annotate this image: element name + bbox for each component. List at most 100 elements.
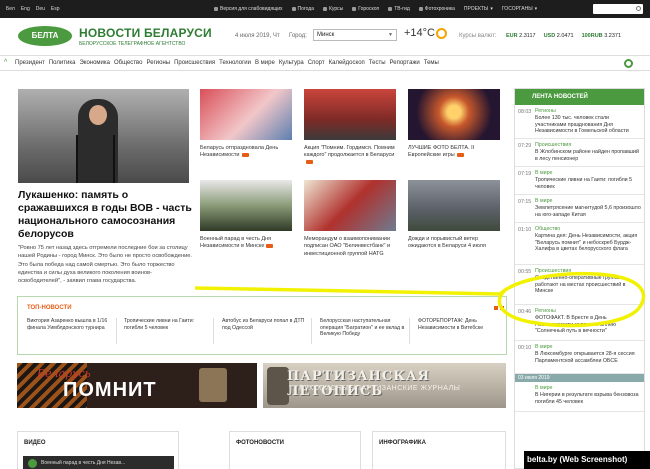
- camera-icon: [456, 152, 464, 157]
- nav-kaleidoscope[interactable]: Калейдоскоп: [329, 60, 365, 66]
- chevron-icon[interactable]: ^: [4, 59, 7, 66]
- belta-logo[interactable]: БЕЛТА: [18, 26, 72, 46]
- site-title[interactable]: НОВОСТИ БЕЛАРУСИ: [79, 26, 212, 40]
- nav-regions[interactable]: Регионы: [147, 60, 171, 66]
- top-news-item[interactable]: Автобус из Беларуси попал в ДТП под Одес…: [222, 318, 312, 344]
- top-link-tv[interactable]: ТВ-гид: [388, 6, 410, 12]
- lead-photo[interactable]: [18, 89, 189, 183]
- nav-sport[interactable]: Спорт: [308, 60, 325, 66]
- thumb-image[interactable]: [304, 89, 396, 140]
- city-label: Город:: [289, 33, 307, 39]
- nav-topics[interactable]: Темы: [424, 60, 439, 66]
- top-news-item[interactable]: Тропические ливни на Гаити: погибли 5 че…: [124, 318, 214, 344]
- nav-economy[interactable]: Экономика: [79, 60, 110, 66]
- thumb-card[interactable]: Беларусь отпраздновала День Независимост…: [200, 89, 294, 160]
- carousel-dot[interactable]: [500, 306, 504, 310]
- camera-icon: [418, 7, 423, 11]
- feed-item[interactable]: 08:03 Регионы Более 130 тыс. человек стали…: [515, 105, 644, 139]
- banner-belarus-remembers[interactable]: Беларусь ПОМНИТ: [17, 363, 257, 408]
- top-news-title[interactable]: ТОП-НОВОСТИ: [27, 305, 72, 311]
- nav-president[interactable]: Президент: [15, 60, 45, 66]
- thumb-card[interactable]: Военный парад в честь Дня Независимости …: [200, 180, 294, 251]
- lead-text: "Ровно 75 лет назад здесь отгремели посл…: [18, 245, 193, 285]
- currency-icon: [323, 7, 328, 11]
- nav-world[interactable]: В мире: [255, 60, 275, 66]
- section-video[interactable]: ВИДЕО Военный парад в честь Дня Незав...: [17, 431, 179, 469]
- top-link-horoscope[interactable]: Гороскоп: [352, 6, 379, 12]
- nav-politics[interactable]: Политика: [49, 60, 76, 66]
- feed-item[interactable]: 07:29 Происшествия В Жлобинском районе най…: [515, 139, 644, 167]
- chevron-down-icon: ▼: [388, 32, 393, 38]
- top-link-accessibility[interactable]: Версия для слабовидящих: [214, 6, 283, 12]
- search-icon[interactable]: [624, 59, 633, 68]
- temperature: +14°C: [404, 27, 436, 39]
- search-icon[interactable]: [636, 6, 641, 11]
- top-search-input[interactable]: [593, 4, 643, 14]
- lang-bel[interactable]: Бел: [6, 6, 15, 12]
- play-icon[interactable]: [28, 459, 37, 468]
- feed-date-separator: 03 июля 2019: [515, 374, 644, 382]
- top-link-rates[interactable]: Курсы: [323, 6, 343, 12]
- nav-culture[interactable]: Культура: [279, 60, 304, 66]
- thumb-image[interactable]: [408, 89, 500, 140]
- feed-item[interactable]: 07:15 В мире Землетрясение магнитудой 5,6 …: [515, 195, 644, 223]
- current-date: 4 июля 2019, Чт: [235, 33, 280, 39]
- thumb-card[interactable]: Дожди и порывистый ветер ожидаются в Бел…: [408, 180, 502, 251]
- rates-label: Курсы валют:: [459, 33, 497, 39]
- camera-icon: [266, 243, 274, 248]
- city-select[interactable]: Минск ▼: [313, 29, 397, 41]
- thumb-image[interactable]: [200, 89, 292, 140]
- feed-item[interactable]: 00:55 Происшествия Следственно-оперативные…: [515, 265, 644, 305]
- lang-deu[interactable]: Deu: [36, 6, 45, 12]
- thumb-image[interactable]: [408, 180, 500, 231]
- top-news-item[interactable]: Виктория Азаренко вышла в 1/16 финала Уи…: [27, 318, 117, 344]
- source-credit: belta.by (Web Screenshot): [524, 451, 650, 469]
- thumb-card[interactable]: Меморандум о взаимопонимании подписан ОА…: [304, 180, 398, 258]
- feed-title[interactable]: ЛЕНТА НОВОСТЕЙ: [515, 89, 644, 105]
- thumb-card[interactable]: Акция "Помним. Гордимся. Помним каждого"…: [304, 89, 398, 167]
- news-feed: ЛЕНТА НОВОСТЕЙ 08:03 Регионы Более 130 тыс…: [514, 88, 645, 469]
- thumb-image[interactable]: [304, 180, 396, 231]
- lead-headline[interactable]: Лукашенко: память о сражавшихся в годы В…: [18, 189, 193, 241]
- main-nav: ^ Президент Политика Экономика Общество …: [0, 55, 650, 71]
- currency-rates[interactable]: EUR 2.3117 USD 2.0471 100RUB 3.2371: [506, 33, 621, 39]
- sun-icon: [436, 28, 447, 39]
- language-switcher: Бел Eng Deu Esp: [6, 6, 60, 12]
- feed-item[interactable]: В мире В Нигерии в результате взрыва бенз…: [515, 382, 644, 412]
- lang-eng[interactable]: Eng: [21, 6, 30, 12]
- feed-item[interactable]: 00:46 Регионы ФОТОФАКТ. В Бресте в День Не…: [515, 305, 644, 341]
- medal-icon: [199, 368, 227, 402]
- nav-tech[interactable]: Технологии: [219, 60, 251, 66]
- top-link-photo[interactable]: Фотохроника: [418, 6, 455, 12]
- lang-esp[interactable]: Esp: [51, 6, 60, 12]
- site-subtitle: БЕЛОРУССКОЕ ТЕЛЕГРАФНОЕ АГЕНТСТВО: [79, 41, 186, 47]
- carousel-dot[interactable]: [494, 306, 498, 310]
- top-link-weather[interactable]: Погода: [291, 6, 314, 12]
- rate-rub: 100RUB 3.2371: [581, 33, 622, 39]
- top-news-item[interactable]: ФОТОРЕПОРТАЖ: День Независимости в Витеб…: [418, 318, 508, 344]
- cloud-icon: [291, 7, 296, 11]
- rate-usd: USD 2.0471: [543, 33, 574, 39]
- rate-eur: EUR 2.3117: [506, 33, 536, 39]
- feed-item[interactable]: 01:10 Общество Картина дня: День Независим…: [515, 223, 644, 265]
- video-thumb[interactable]: Военный парад в честь Дня Незав...: [23, 456, 174, 469]
- top-news-item[interactable]: Белорусская наступательная операция "Баг…: [320, 318, 410, 344]
- thumb-card[interactable]: ЛУЧШИЕ ФОТО БЕЛТА. II Европейские игры: [408, 89, 502, 160]
- camera-icon: [241, 152, 249, 157]
- nav-reports[interactable]: Репортажи: [390, 60, 420, 66]
- nav-society[interactable]: Общество: [114, 60, 143, 66]
- nav-tests[interactable]: Тесты: [369, 60, 386, 66]
- top-link-gov[interactable]: ГОСОРГАНЫ ▾: [502, 6, 537, 12]
- site-header: БЕЛТА НОВОСТИ БЕЛАРУСИ БЕЛОРУССКОЕ ТЕЛЕГ…: [0, 18, 650, 54]
- top-link-projects[interactable]: ПРОЕКТЫ ▾: [464, 6, 493, 12]
- thumb-image[interactable]: [200, 180, 292, 231]
- eye-icon: [214, 7, 218, 11]
- section-infographics[interactable]: ИНФОГРАФИКА: [372, 431, 506, 469]
- banner-partisan-chronicle[interactable]: ПАРТИЗАНСКАЯ ЛЕТОПИСЬ РУКОПИСНЫЕ ПАРТИЗА…: [263, 363, 506, 408]
- top-news-block: ТОП-НОВОСТИ Виктория Азаренко вышла в 1/…: [17, 296, 507, 355]
- camera-icon: [306, 160, 313, 165]
- feed-item[interactable]: 07:19 В мире Тропические ливни на Гаити: п…: [515, 167, 644, 195]
- section-photo[interactable]: ФОТОНОВОСТИ: [229, 431, 361, 469]
- feed-item[interactable]: 00:10 В мире В Люксембурге открывается 28-…: [515, 341, 644, 374]
- nav-incidents[interactable]: Происшествия: [174, 60, 215, 66]
